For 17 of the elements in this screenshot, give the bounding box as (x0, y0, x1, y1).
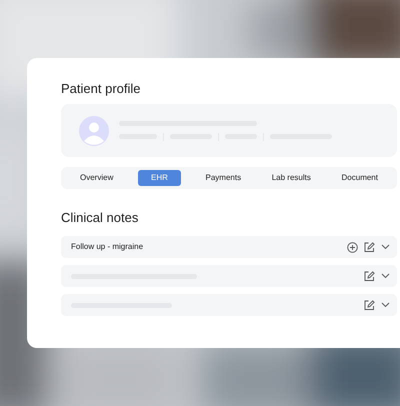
edit-icon[interactable] (364, 242, 375, 252)
tab[interactable]: Document (336, 170, 384, 186)
note-title: Follow up - migraine (71, 241, 144, 253)
chevron-down-icon[interactable] (381, 302, 390, 308)
section-title: Patient profile (61, 80, 140, 98)
tab[interactable]: Overview (74, 170, 120, 186)
avatar-icon (79, 116, 109, 146)
note-row[interactable]: Follow up - migraine (61, 236, 397, 258)
add-icon[interactable] (347, 242, 358, 252)
chevron-down-icon[interactable] (381, 244, 390, 250)
tab[interactable]: Lab results (266, 170, 317, 186)
edit-icon[interactable] (364, 270, 375, 282)
chevron-down-icon[interactable] (381, 273, 390, 279)
tab[interactable]: EHR (138, 170, 181, 186)
section-title: Clinical notes (61, 209, 138, 227)
edit-icon[interactable] (364, 300, 375, 310)
tab[interactable]: Payments (200, 170, 248, 186)
